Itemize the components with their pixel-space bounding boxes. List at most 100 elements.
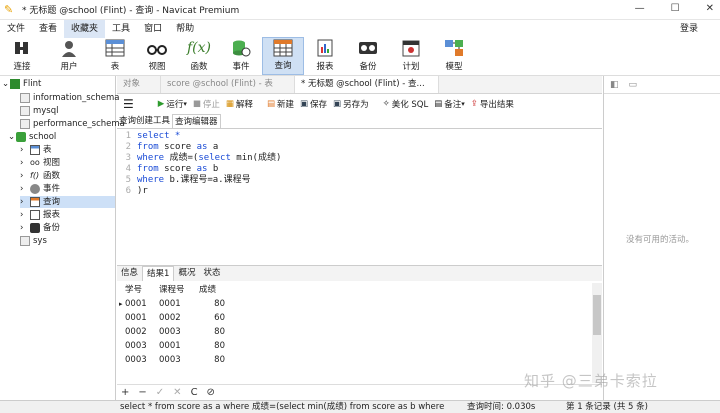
tree-db-information-schema[interactable]: information_schema	[20, 92, 120, 104]
table-row[interactable]: 0003 0001 80	[117, 339, 587, 353]
apply-icon[interactable]: ✓	[156, 387, 164, 398]
tree-db-school[interactable]: ⌄ school	[8, 131, 56, 143]
table-cell[interactable]: 0001	[159, 339, 181, 353]
tree-node-queries[interactable]: › 查询	[20, 196, 115, 208]
chevron-right-icon[interactable]: ›	[20, 157, 30, 169]
chevron-down-icon[interactable]: ⌄	[2, 78, 10, 90]
toolbar-query[interactable]: 查询	[262, 37, 304, 75]
toolbar-report[interactable]: 报表	[304, 37, 346, 75]
menu-favorites[interactable]: 收藏夹	[64, 20, 106, 38]
toolbar-model[interactable]: 模型	[432, 37, 476, 75]
save-button[interactable]: ▣ 保存	[300, 98, 327, 110]
tab-profile[interactable]: 概况	[174, 266, 199, 281]
note-button[interactable]: ▤ 备注 ▾	[434, 98, 465, 110]
stop-button[interactable]: ■ 停止	[193, 98, 220, 110]
tab-objects[interactable]: 对象	[117, 76, 161, 93]
save-as-button[interactable]: ▣ 另存为	[333, 98, 369, 110]
refresh-icon[interactable]: C	[191, 387, 198, 398]
toolbar-function[interactable]: f(x) 函数	[178, 37, 220, 75]
tree-db-mysql[interactable]: mysql	[20, 105, 59, 117]
tree-db-performance-schema[interactable]: performance_schema	[20, 118, 125, 130]
close-icon[interactable]: ✕	[706, 3, 714, 14]
maximize-icon[interactable]: ☐	[671, 3, 680, 14]
table-cell[interactable]: 80	[199, 339, 225, 353]
chevron-right-icon[interactable]: ›	[20, 144, 30, 156]
explain-button[interactable]: ▦ 解释	[226, 98, 253, 110]
tree-node-views[interactable]: › oo 视图	[20, 157, 60, 169]
table-cell[interactable]: 0003	[125, 353, 147, 367]
chevron-right-icon[interactable]: ›	[20, 170, 30, 182]
add-record-icon[interactable]: +	[121, 387, 129, 398]
minimize-icon[interactable]: —	[635, 3, 645, 14]
results-scrollbar[interactable]	[592, 283, 602, 383]
tab-status[interactable]: 状态	[199, 266, 224, 281]
discard-icon[interactable]: ✕	[173, 387, 181, 398]
column-header[interactable]: 课程号	[159, 283, 185, 297]
table-cell[interactable]: 0002	[159, 311, 181, 325]
chevron-down-icon[interactable]: ⌄	[8, 131, 16, 143]
menu-view[interactable]: 查看	[32, 20, 64, 38]
chevron-right-icon[interactable]: ›	[20, 209, 30, 221]
beautify-label: 美化 SQL	[391, 100, 429, 110]
table-cell[interactable]: 0001	[159, 297, 181, 311]
menu-window[interactable]: 窗口	[137, 20, 169, 38]
tree-connection[interactable]: ⌄ Flint	[2, 78, 41, 90]
table-row[interactable]: 0002 0003 80	[117, 325, 587, 339]
login-link[interactable]: 登录	[680, 20, 698, 38]
tree-db-sys[interactable]: sys	[20, 235, 47, 247]
run-button[interactable]: ▶ 运行 ▾	[158, 98, 187, 110]
note-label: 备注	[444, 100, 462, 110]
ddl-icon[interactable]: ▭	[629, 80, 638, 90]
delete-record-icon[interactable]: −	[138, 387, 146, 398]
tree-node-events[interactable]: › 事件	[20, 183, 60, 195]
tab-untitled-query[interactable]: * 无标题 @school (Flint) - 查...	[295, 76, 439, 93]
table-row[interactable]: 0001 0002 60	[117, 311, 587, 325]
chevron-right-icon[interactable]: ›	[20, 183, 30, 195]
table-cell[interactable]: 0001	[125, 311, 147, 325]
menu-tools[interactable]: 工具	[105, 20, 137, 38]
toolbar-event[interactable]: 事件	[220, 37, 262, 75]
scrollbar-thumb[interactable]	[593, 295, 601, 335]
tree-node-reports[interactable]: › 报表	[20, 209, 60, 221]
column-header[interactable]: 成绩	[199, 283, 216, 297]
tab-result-1[interactable]: 结果1	[142, 266, 175, 281]
column-header[interactable]: 学号	[125, 283, 142, 297]
tree-node-backups[interactable]: › 备份	[20, 222, 60, 234]
table-cell[interactable]: 0002	[125, 325, 147, 339]
toolbar-backup[interactable]: 备份	[346, 37, 390, 75]
beautify-sql-button[interactable]: ✧ 美化 SQL	[383, 98, 429, 110]
toolbar-user[interactable]: 用户	[44, 37, 94, 75]
menu-file[interactable]: 文件	[0, 20, 32, 38]
hamburger-menu-icon[interactable]: ☰	[123, 97, 134, 111]
toolbar-view[interactable]: 视图	[136, 37, 178, 75]
toolbar-table[interactable]: 表	[94, 37, 136, 75]
chevron-right-icon[interactable]: ›	[20, 222, 30, 234]
table-cell[interactable]: 80	[199, 353, 225, 367]
table-cell[interactable]: 60	[199, 311, 225, 325]
sql-editor[interactable]: 1 select * 2 from score as a 3 where 成绩=(sele…	[117, 128, 602, 265]
info-icon[interactable]: ◧	[610, 80, 619, 90]
tab-query-editor[interactable]: 查询编辑器	[172, 114, 221, 128]
table-row[interactable]: 0003 0003 80	[117, 353, 587, 367]
toolbar-schedule[interactable]: 计划	[390, 37, 432, 75]
export-results-button[interactable]: ⇪ 导出结果	[471, 98, 514, 110]
tab-score-table[interactable]: score @school (Flint) - 表	[161, 76, 295, 93]
table-cell[interactable]: 80	[199, 297, 225, 311]
table-cell[interactable]: 0003	[125, 339, 147, 353]
menu-help[interactable]: 帮助	[169, 20, 201, 38]
stop-icon[interactable]: ⊘	[207, 387, 215, 398]
query-icon	[272, 38, 294, 57]
table-cell[interactable]: 0001	[125, 297, 147, 311]
new-button[interactable]: ▤ 新建	[267, 98, 294, 110]
table-row[interactable]: ▸ 0001 0001 80	[117, 297, 587, 311]
table-cell[interactable]: 80	[199, 325, 225, 339]
sql-keyword: select	[198, 153, 231, 163]
table-cell[interactable]: 0003	[159, 353, 181, 367]
tab-info[interactable]: 信息	[117, 266, 142, 281]
toolbar-connect[interactable]: 连接	[0, 37, 44, 75]
tab-query-builder[interactable]: 查询创建工具	[117, 114, 172, 128]
tree-node-tables[interactable]: › 表	[20, 144, 52, 156]
chevron-right-icon[interactable]: ›	[20, 196, 30, 208]
table-cell[interactable]: 0003	[159, 325, 181, 339]
tree-node-functions[interactable]: › f() 函数	[20, 170, 60, 182]
